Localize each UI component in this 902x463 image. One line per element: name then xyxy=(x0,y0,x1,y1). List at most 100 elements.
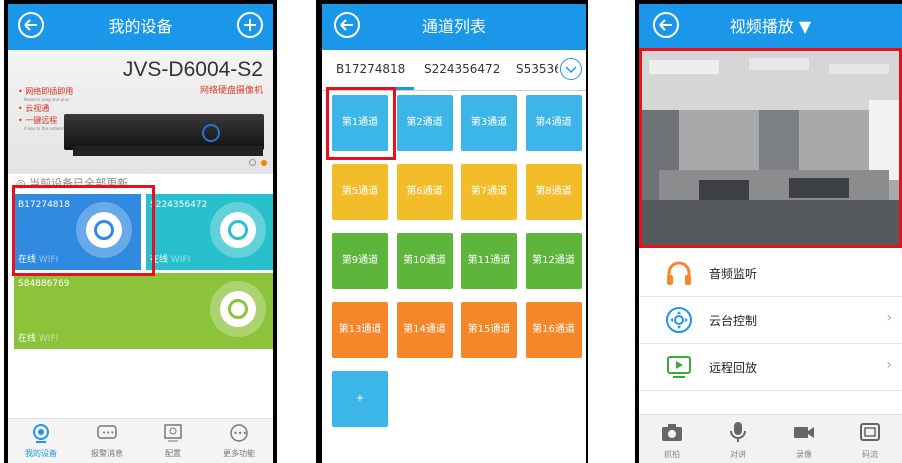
channel-tile[interactable]: 第5通道 xyxy=(332,164,388,220)
tab-my-devices[interactable]: 我的设备 xyxy=(8,419,74,461)
tab-config[interactable]: 配置 xyxy=(140,419,206,461)
page-title: 我的设备 xyxy=(108,17,173,36)
device-card[interactable]: S84886769 在线 WIFI xyxy=(14,273,273,349)
screen: 视频播放 ▼ 音频监听 云台控制 › 远程回放 › 抓拍 对讲 录像 码流 xyxy=(639,4,902,463)
header: 我的设备 xyxy=(8,4,273,50)
highlight-box xyxy=(326,87,396,160)
highlight-box xyxy=(12,185,155,276)
channel-tile[interactable]: 第12通道 xyxy=(525,233,582,289)
tab-label: 我的设备 xyxy=(25,449,57,458)
camera-icon xyxy=(662,424,682,441)
bottom-control-bar: 抓拍 对讲 录像 码流 xyxy=(639,414,902,463)
ptz-icon xyxy=(666,307,692,333)
channel-tile[interactable]: 第8通道 xyxy=(525,164,582,220)
channel-tile[interactable]: 第14通道 xyxy=(396,302,453,358)
add-device-button[interactable] xyxy=(237,12,263,38)
device-tab[interactable]: S224356472 xyxy=(424,62,500,76)
bottom-label: 对讲 xyxy=(730,450,746,459)
device-status: 在线 WIFI xyxy=(18,334,59,344)
chevron-right-icon: › xyxy=(886,357,892,373)
dropdown-triangle-icon: ▼ xyxy=(798,17,812,36)
banner-bullet: • 网络即插即用 Network plug and play xyxy=(18,87,74,102)
camera-tab-icon xyxy=(33,424,49,443)
device-tab-strip: B17274818 S224356472 S53536 xyxy=(322,50,586,91)
menu-label: 云台控制 xyxy=(709,314,758,328)
phone-my-devices: 我的设备 JVS-D6004-S2 网络硬盘摄像机 • 网络即插即用 Networ… xyxy=(4,0,277,463)
tab-label: 更多功能 xyxy=(223,449,255,458)
back-button[interactable] xyxy=(18,12,44,38)
camera-lens xyxy=(228,220,248,240)
record-button[interactable]: 录像 xyxy=(771,415,837,463)
snapshot-button[interactable]: 抓拍 xyxy=(639,415,705,463)
video-camera-icon xyxy=(794,427,814,438)
channel-tile[interactable]: 第2通道 xyxy=(396,95,453,151)
dvr-knob xyxy=(202,124,220,142)
bottom-label: 码流 xyxy=(862,450,878,459)
channel-tile[interactable]: 第15通道 xyxy=(461,302,517,358)
svg-text:•••: ••• xyxy=(233,429,247,438)
bottom-tab-bar: 我的设备 ••• 报警消息 配置 ••• 更多功能 xyxy=(8,418,273,463)
plus-icon xyxy=(244,19,256,31)
stream-button[interactable]: 码流 xyxy=(837,415,902,463)
stream-icon xyxy=(860,423,880,441)
expand-tabs-button[interactable] xyxy=(560,58,582,80)
channel-tile[interactable]: 第16通道 xyxy=(525,302,582,358)
tab-label: 配置 xyxy=(165,449,181,458)
chevron-right-icon: › xyxy=(886,310,892,326)
screen: 通道列表 B17274818 S224356472 S53536 第1通道 第2通… xyxy=(322,4,586,463)
pager-dot xyxy=(248,159,256,166)
channel-tile[interactable]: 第6通道 xyxy=(396,164,453,220)
banner-bullet: • 一键远程 A key to the network xyxy=(18,116,66,131)
channel-tile[interactable]: 第3通道 xyxy=(461,95,517,151)
back-button[interactable] xyxy=(334,12,360,38)
channel-tile[interactable]: 第10通道 xyxy=(396,233,453,289)
device-tab[interactable]: S53536 xyxy=(516,62,558,76)
arrow-left-icon xyxy=(659,19,672,31)
banner-bullet: • 云视通 xyxy=(18,104,50,113)
phone-video-playback: 视频播放 ▼ 音频监听 云台控制 › 远程回放 › 抓拍 对讲 录像 码流 xyxy=(635,0,902,463)
pager-dot-active xyxy=(261,160,267,166)
camera-lens xyxy=(228,299,248,319)
menu-label: 远程回放 xyxy=(709,361,758,375)
add-channel-button[interactable]: + xyxy=(332,371,388,427)
back-button[interactable] xyxy=(653,12,679,38)
tab-alarm-messages[interactable]: ••• 报警消息 xyxy=(74,419,140,461)
more-icon: ••• xyxy=(230,424,248,442)
header: 通道列表 xyxy=(322,4,586,50)
header: 视频播放 ▼ xyxy=(639,4,902,50)
channel-tile[interactable]: 第4通道 xyxy=(525,95,582,151)
bottom-label: 抓拍 xyxy=(664,450,680,459)
playback-icon xyxy=(667,356,691,378)
banner-model: JVS-D6004-S2 xyxy=(122,58,263,81)
menu-label: 音频监听 xyxy=(709,267,758,281)
page-title: 通道列表 xyxy=(421,17,486,36)
channel-tile[interactable]: 第11通道 xyxy=(461,233,517,289)
device-id: S84886769 xyxy=(18,279,70,289)
arrow-left-icon xyxy=(340,19,353,31)
pager-dots xyxy=(248,151,267,170)
menu-audio-monitor[interactable]: 音频监听 xyxy=(639,250,902,297)
svg-text:•••: ••• xyxy=(102,429,114,437)
settings-icon xyxy=(164,424,182,442)
device-tab[interactable]: B17274818 xyxy=(336,62,405,76)
channel-tile[interactable]: 第13通道 xyxy=(332,302,388,358)
menu-ptz-control[interactable]: 云台控制 › xyxy=(639,297,902,344)
bottom-label: 录像 xyxy=(796,450,812,459)
highlight-box xyxy=(639,48,902,248)
dvr-front xyxy=(73,146,263,156)
message-icon: ••• xyxy=(97,425,117,439)
tab-more[interactable]: ••• 更多功能 xyxy=(206,419,272,461)
channel-tile[interactable]: 第9通道 xyxy=(332,233,388,289)
phone-channel-list: 通道列表 B17274818 S224356472 S53536 第1通道 第2通… xyxy=(316,0,588,463)
arrow-left-icon xyxy=(24,19,37,31)
device-id: S224356472 xyxy=(150,200,208,210)
tab-label: 报警消息 xyxy=(91,449,123,458)
device-status: 在线 WIFI xyxy=(150,255,191,265)
dvr-image xyxy=(64,114,264,150)
headphones-icon xyxy=(667,261,691,285)
talk-button[interactable]: 对讲 xyxy=(705,415,771,463)
channel-tile[interactable]: 第7通道 xyxy=(461,164,517,220)
device-card[interactable]: S224356472 在线 WIFI xyxy=(146,194,273,270)
menu-remote-playback[interactable]: 远程回放 › xyxy=(639,344,902,391)
product-banner[interactable]: JVS-D6004-S2 网络硬盘摄像机 • 网络即插即用 Network plu… xyxy=(8,50,273,174)
